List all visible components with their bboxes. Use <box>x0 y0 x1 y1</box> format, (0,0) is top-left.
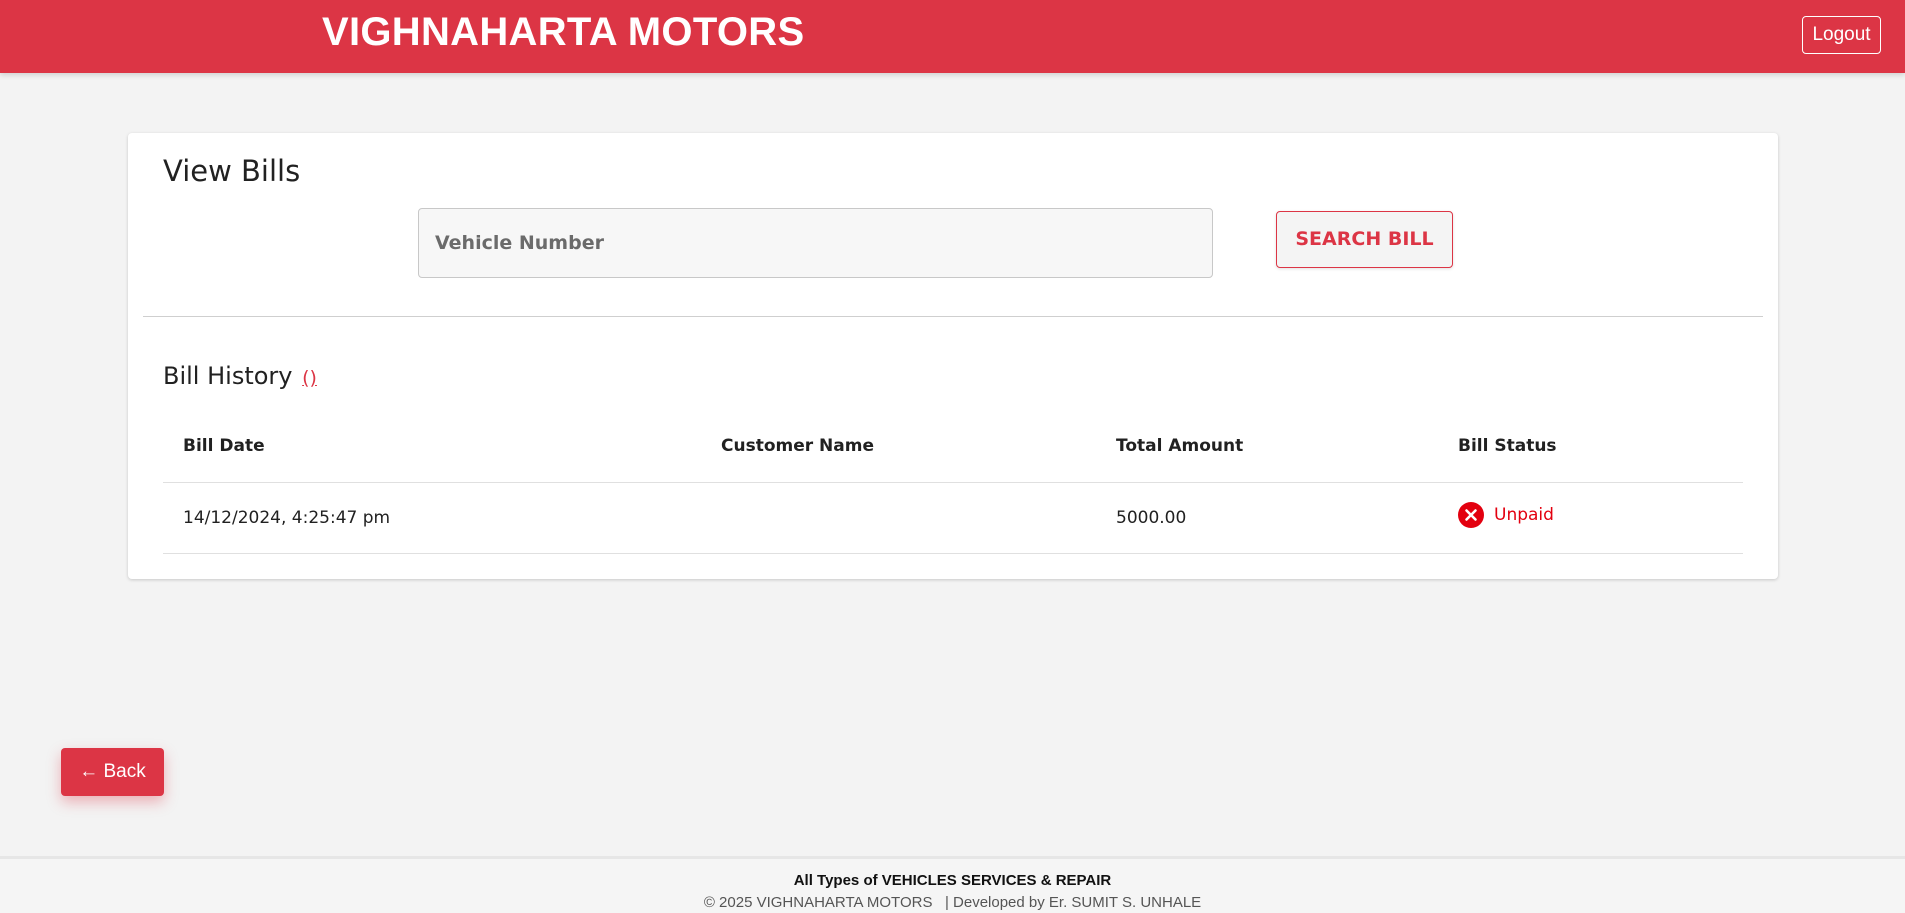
x-circle-icon <box>1458 502 1484 528</box>
bill-history-count[interactable]: () <box>302 367 317 389</box>
status-badge: Unpaid <box>1458 502 1554 528</box>
column-header-bill-status: Bill Status <box>1438 410 1743 483</box>
brand-title: VIGHNAHARTA MOTORS <box>322 10 805 54</box>
page-footer: All Types of VEHICLES SERVICES & REPAIR … <box>0 856 1905 913</box>
back-button[interactable]: ← Back <box>61 748 164 796</box>
bill-status-cell: Unpaid <box>1438 482 1743 554</box>
vehicle-number-input[interactable] <box>418 208 1213 278</box>
view-bills-card: View Bills SEARCH BILL Bill History () B… <box>128 133 1778 579</box>
search-bill-button[interactable]: SEARCH BILL <box>1276 211 1453 268</box>
column-header-total-amount: Total Amount <box>1096 410 1438 483</box>
table-header-row: Bill Date Customer Name Total Amount Bil… <box>163 410 1743 483</box>
bill-history-heading: Bill History () <box>163 361 317 393</box>
column-header-bill-date: Bill Date <box>163 410 701 483</box>
bill-history-table: Bill Date Customer Name Total Amount Bil… <box>163 410 1743 554</box>
total-amount-cell: 5000.00 <box>1096 482 1438 554</box>
bill-status-label: Unpaid <box>1494 505 1554 525</box>
page-title: View Bills <box>163 154 301 188</box>
section-divider <box>143 316 1763 317</box>
bill-history-title: Bill History <box>163 362 293 390</box>
footer-copyright: © 2025 VIGHNAHARTA MOTORS | Developed by… <box>703 894 1202 911</box>
footer-tagline: All Types of VEHICLES SERVICES & REPAIR <box>793 872 1112 889</box>
customer-name-cell <box>701 482 1096 554</box>
column-header-customer-name: Customer Name <box>701 410 1096 483</box>
table-row: 14/12/2024, 4:25:47 pm 5000.00 Unpaid <box>163 482 1743 554</box>
top-navbar: VIGHNAHARTA MOTORS Logout <box>0 0 1905 73</box>
bill-date-cell: 14/12/2024, 4:25:47 pm <box>163 482 701 554</box>
logout-button[interactable]: Logout <box>1802 16 1881 54</box>
